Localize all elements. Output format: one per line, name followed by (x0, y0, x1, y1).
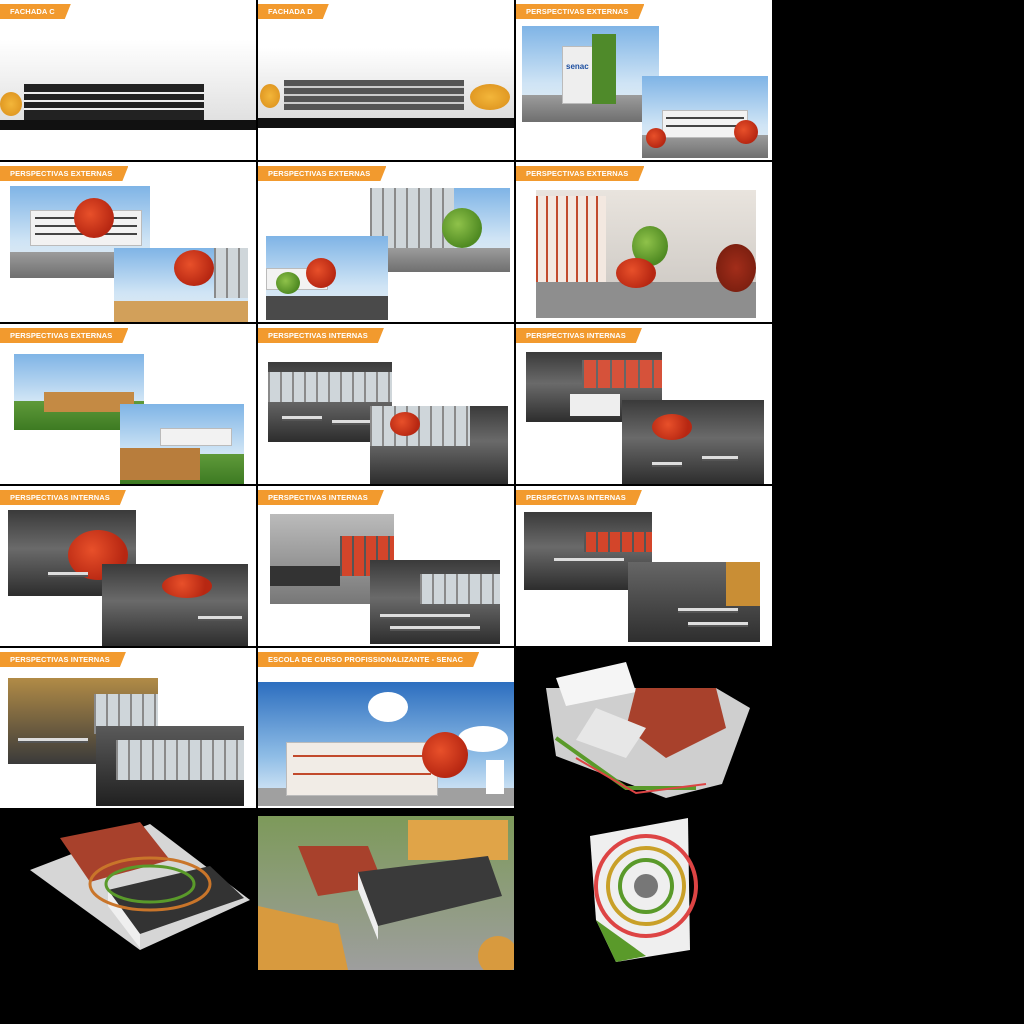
facade-d-drawing (258, 48, 514, 128)
cloud (368, 692, 408, 722)
panel-model-top (516, 648, 772, 808)
panel-label: PERSPECTIVAS EXTERNAS (0, 166, 128, 181)
tree (306, 258, 336, 288)
panel-model-plan (516, 810, 772, 970)
site-plan-model (590, 818, 698, 962)
panel-label: PERSPECTIVAS EXTERNAS (0, 328, 128, 343)
panel-label: PERSPECTIVAS INTERNAS (258, 328, 384, 343)
panel-int-6: PERSPECTIVAS INTERNAS (0, 648, 256, 808)
kitchen-counter (270, 566, 340, 586)
panel-ext-2: PERSPECTIVAS EXTERNAS (0, 162, 256, 322)
panel-label: FACHADA C (0, 4, 71, 19)
render-image (536, 190, 756, 318)
render-image (370, 560, 500, 644)
site-model-axonometric (30, 822, 250, 950)
render-image (370, 188, 510, 272)
panel-label: ESCOLA DE CURSO PROFISSIONALIZANTE - SEN… (258, 652, 479, 667)
panel-fachada-d: FACHADA D (258, 0, 514, 160)
tree (716, 244, 756, 292)
panel-label: PERSPECTIVAS INTERNAS (516, 328, 642, 343)
render-image (622, 400, 764, 484)
panel-label: PERSPECTIVAS EXTERNAS (516, 166, 644, 181)
sign: senac (566, 62, 589, 71)
facade-c-drawing (0, 40, 256, 130)
panel-senac: ESCOLA DE CURSO PROFISSIONALIZANTE - SEN… (258, 648, 514, 808)
panel-label: PERSPECTIVAS INTERNAS (0, 490, 126, 505)
panel-ext-5: PERSPECTIVAS EXTERNAS (0, 324, 256, 484)
panel-label: PERSPECTIVAS INTERNAS (258, 490, 384, 505)
tree (74, 198, 114, 238)
panel-model-aerial (258, 810, 514, 970)
tree (734, 120, 758, 144)
panel-ext-3: PERSPECTIVAS EXTERNAS (258, 162, 514, 322)
ground-strip (258, 118, 514, 128)
tree (422, 732, 468, 778)
panel-label: PERSPECTIVAS INTERNAS (516, 490, 642, 505)
tree (390, 412, 420, 436)
panel-label: PERSPECTIVAS EXTERNAS (258, 166, 386, 181)
panel-int-5: PERSPECTIVAS INTERNAS (516, 486, 772, 646)
render-image (96, 726, 244, 806)
terrace-deck (120, 448, 200, 480)
tree (442, 208, 482, 248)
panel-ext-1: PERSPECTIVAS EXTERNAS senac (516, 0, 772, 160)
site-model-axonometric (546, 662, 750, 798)
panel-label: PERSPECTIVAS EXTERNAS (516, 4, 644, 19)
panel-label: FACHADA D (258, 4, 329, 19)
panel-int-3: PERSPECTIVAS INTERNAS (0, 486, 256, 646)
tree (616, 258, 656, 288)
render-image (258, 816, 514, 970)
facade-building (24, 84, 204, 120)
wood-wall (726, 562, 760, 606)
panel-label: PERSPECTIVAS INTERNAS (0, 652, 126, 667)
render-image (642, 76, 768, 158)
render-image (628, 562, 760, 642)
glass-facade (214, 248, 248, 298)
render-image (266, 236, 388, 320)
tree (0, 92, 22, 116)
tree (652, 414, 692, 440)
panel-int-1: PERSPECTIVAS INTERNAS (258, 324, 514, 484)
panel-ext-4: PERSPECTIVAS EXTERNAS (516, 162, 772, 322)
render-image (114, 248, 248, 322)
render-image (120, 404, 244, 484)
render-image: senac (522, 26, 659, 122)
ground-strip (0, 120, 256, 130)
sign-tower (486, 760, 504, 794)
panel-int-2: PERSPECTIVAS INTERNAS (516, 324, 772, 484)
building (160, 428, 232, 446)
glass-facade (536, 196, 606, 292)
tree (260, 84, 280, 108)
render-image (370, 406, 508, 484)
panel-model-left (0, 810, 256, 970)
building (286, 742, 438, 796)
tree (646, 128, 666, 148)
counter (570, 394, 620, 416)
panel-fachada-c: FACHADA C (0, 0, 256, 160)
panel-int-4: PERSPECTIVAS INTERNAS (258, 486, 514, 646)
tree (470, 84, 510, 110)
facade-building (284, 80, 464, 110)
render-image (102, 564, 248, 646)
tree (276, 272, 300, 294)
tree (162, 574, 212, 598)
green-wall (592, 34, 616, 104)
tree (174, 250, 214, 286)
render-image (258, 682, 514, 806)
